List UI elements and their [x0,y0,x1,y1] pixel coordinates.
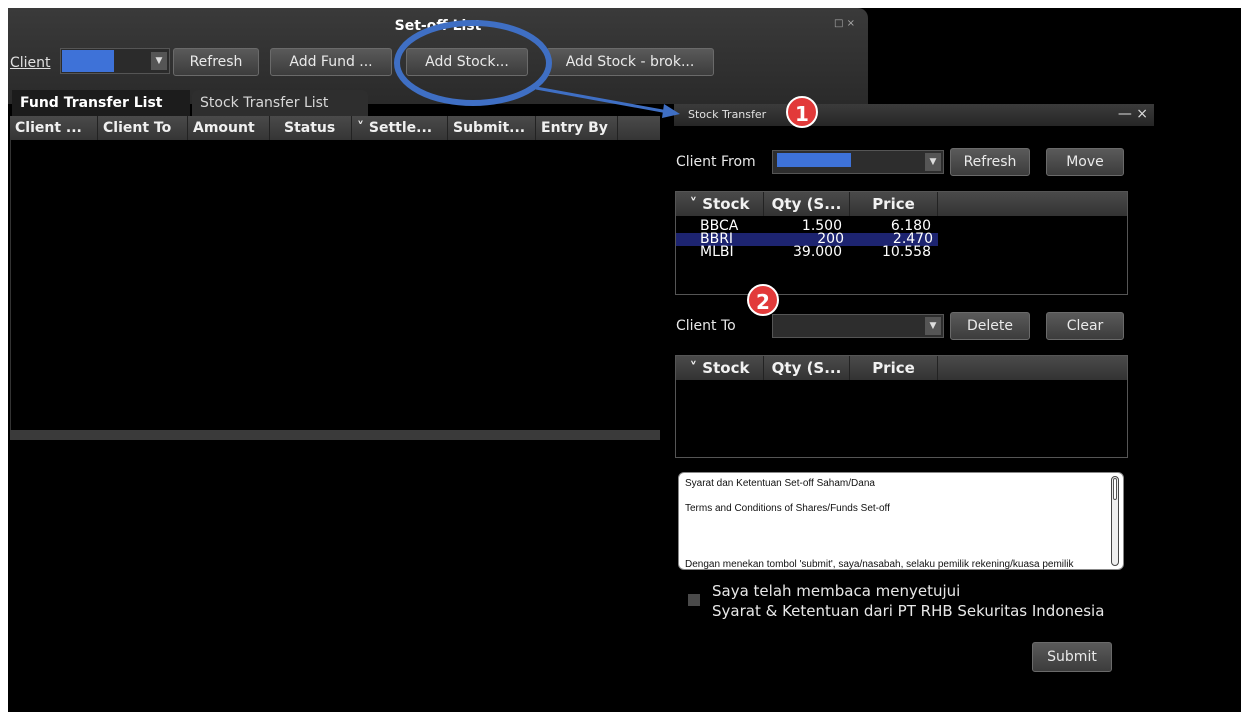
clear-button[interactable]: Clear [1046,312,1124,340]
stock-qty: 39.000 [793,244,842,260]
terms-body-text: Dengan menekan tombol 'submit', saya/nas… [685,559,1074,570]
column-client-from[interactable]: Client ... [10,116,98,140]
add-fund-button[interactable]: Add Fund ... [270,48,392,76]
column-price[interactable]: Price [850,356,938,380]
scrollbar-thumb[interactable] [1113,478,1117,500]
column-status[interactable]: Status [270,116,352,140]
fund-transfer-grid-body[interactable] [10,140,660,430]
move-button[interactable]: Move [1046,148,1124,176]
column-entry-by[interactable]: Entry By [536,116,618,140]
refresh-button[interactable]: Refresh [173,48,259,76]
chevron-down-icon[interactable]: ▼ [151,52,167,70]
column-stock[interactable]: ˅ Stock [676,192,764,216]
column-qty[interactable]: Qty (S... [764,356,850,380]
delete-button[interactable]: Delete [950,312,1030,340]
chevron-down-icon[interactable]: ▼ [925,153,941,171]
refresh-button[interactable]: Refresh [950,148,1030,176]
stock-transfer-window: Stock Transfer — × Client From ▼ Refresh… [674,104,1154,679]
fund-transfer-grid-header: Client ... Client To Amount Status ˅ Set… [10,116,660,140]
destination-stock-table: ˅ Stock Qty (S... Price [675,355,1128,458]
column-submit[interactable]: Submit... [448,116,536,140]
terms-title-en: Terms and Conditions of Shares/Funds Set… [685,503,890,514]
client-label: Client [10,55,51,71]
column-stock[interactable]: ˅ Stock [676,356,764,380]
step-2-badge: 2 [747,284,779,316]
column-qty[interactable]: Qty (S... [764,192,850,216]
agree-text-line2: Syarat & Ketentuan dari PT RHB Sekuritas… [712,602,1105,620]
submit-button[interactable]: Submit [1032,642,1112,672]
client-from-label: Client From [676,154,756,170]
vertical-scrollbar[interactable] [1111,476,1119,566]
destination-stock-table-header: ˅ Stock Qty (S... Price [676,356,1127,380]
stock-transfer-titlebar: Stock Transfer — × [674,104,1154,126]
source-stock-table: ˅ Stock Qty (S... Price BBCA 1.500 6.180… [675,191,1128,295]
add-stock-button[interactable]: Add Stock... [406,48,528,76]
step-1-badge: 1 [786,96,818,128]
table-row[interactable]: MLBI 39.000 10.558 [676,244,1127,260]
column-price[interactable]: Price [850,192,938,216]
client-to-select[interactable]: ▼ [772,314,944,338]
client-from-select[interactable]: ▼ [772,150,944,174]
terms-title-id: Syarat dan Ketentuan Set-off Saham/Dana [685,478,875,489]
column-client-to[interactable]: Client To [98,116,188,140]
chevron-down-icon[interactable]: ▼ [925,317,941,335]
window-controls[interactable]: — × [1118,106,1148,122]
client-from-selected-value [777,153,851,167]
agree-checkbox[interactable] [688,594,700,606]
stock-price: 10.558 [882,244,931,260]
client-selected-value [62,50,114,72]
tab-stock-transfer-list[interactable]: Stock Transfer List [192,90,368,116]
terms-and-conditions-box[interactable]: Syarat dan Ketentuan Set-off Saham/Dana … [678,472,1124,570]
stock-code: MLBI [700,244,734,260]
source-stock-table-header: ˅ Stock Qty (S... Price [676,192,1127,216]
window-controls[interactable]: □ × [834,18,855,29]
column-settle[interactable]: ˅ Settle... [352,116,448,140]
client-to-label: Client To [676,318,736,334]
agree-text-line1: Saya telah membaca menyetujui [712,582,961,600]
add-stock-broker-button[interactable]: Add Stock - brok... [546,48,714,76]
window-title: Set-off List [394,18,482,34]
column-amount[interactable]: Amount [188,116,270,140]
horizontal-scrollbar[interactable] [10,430,660,440]
client-select[interactable]: ▼ [60,48,170,74]
tab-fund-transfer-list[interactable]: Fund Transfer List [12,90,190,116]
window-title: Stock Transfer [688,108,767,121]
